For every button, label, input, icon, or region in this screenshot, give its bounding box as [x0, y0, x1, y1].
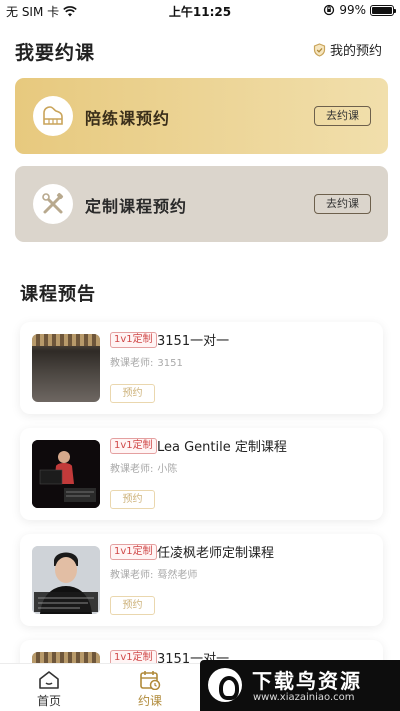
my-booking-label: 我的预约: [329, 44, 382, 59]
tab-booking[interactable]: 约课: [120, 670, 180, 709]
battery-level: [372, 6, 392, 14]
section-title-preview: 课程预告: [20, 284, 96, 305]
course-title: 3151一对一: [157, 334, 230, 349]
teacher-name: 小陈: [157, 464, 178, 475]
course-tag: 1v1定制: [110, 332, 157, 348]
tab-booking-label: 约课: [137, 694, 162, 708]
practice-booking-label: 陪练课预约: [85, 109, 171, 128]
page-title: 我要约课: [15, 42, 96, 64]
teacher-name: 蓦然老师: [157, 570, 198, 581]
course-thumbnail: [32, 440, 100, 508]
bird-logo-icon: [208, 668, 242, 702]
teacher-photo: [32, 440, 100, 508]
tab-home-label: 首页: [36, 694, 61, 708]
teacher-label: 教课老师:: [110, 570, 154, 581]
calendar-clock-icon: [140, 671, 161, 690]
tab-home[interactable]: 首页: [19, 670, 79, 709]
home-icon: [39, 671, 59, 689]
teacher-name: 3151: [157, 358, 183, 369]
custom-booking-button[interactable]: 去约课: [314, 194, 371, 214]
my-booking-link[interactable]: 我的预约: [313, 40, 382, 59]
watermark: 下载鸟资源 www.xiazainiao.com: [200, 660, 400, 711]
course-card[interactable]: 1v1定制 3151一对一 教课老师: 3151 预约: [20, 322, 383, 414]
course-teacher: 教课老师: 蓦然老师: [110, 566, 197, 581]
course-card[interactable]: 1v1定制 Lea Gentile 定制课程 教课老师: 小陈 预约: [20, 428, 383, 520]
teacher-label: 教课老师:: [110, 464, 154, 475]
reserve-button[interactable]: 预约: [110, 490, 155, 509]
piano-icon: [33, 96, 73, 136]
course-card[interactable]: 1v1定制 任凌枫老师定制课程 教课老师: 蓦然老师 预约: [20, 534, 383, 626]
course-teacher: 教课老师: 小陈: [110, 460, 177, 475]
course-teacher: 教课老师: 3151: [110, 354, 183, 369]
teacher-label: 教课老师:: [110, 358, 154, 369]
custom-booking-card[interactable]: 定制课程预约 去约课: [15, 166, 388, 242]
course-tag: 1v1定制: [110, 438, 157, 454]
course-thumbnail: [32, 546, 100, 614]
status-right: 99%: [323, 3, 396, 17]
course-thumbnail: [32, 334, 100, 402]
battery-percent: 99%: [339, 3, 366, 17]
shield-check-icon: [313, 42, 326, 57]
watermark-title: 下载鸟资源: [252, 669, 362, 693]
course-title: Lea Gentile 定制课程: [157, 440, 287, 455]
practice-booking-button[interactable]: 去约课: [314, 106, 371, 126]
teacher-photo: [32, 546, 100, 614]
reserve-button[interactable]: 预约: [110, 596, 155, 615]
practice-booking-card[interactable]: 陪练课预约 去约课: [15, 78, 388, 154]
battery-icon: [370, 4, 396, 16]
course-title: 任凌枫老师定制课程: [157, 546, 275, 561]
reserve-button[interactable]: 预约: [110, 384, 155, 403]
tools-icon: [33, 184, 73, 224]
course-tag: 1v1定制: [110, 544, 157, 560]
status-bar: 无 SIM 卡 上午11:25 99%: [0, 0, 400, 22]
custom-booking-label: 定制课程预约: [85, 197, 188, 216]
watermark-url: www.xiazainiao.com: [253, 692, 355, 703]
orientation-lock-icon: [324, 4, 335, 16]
